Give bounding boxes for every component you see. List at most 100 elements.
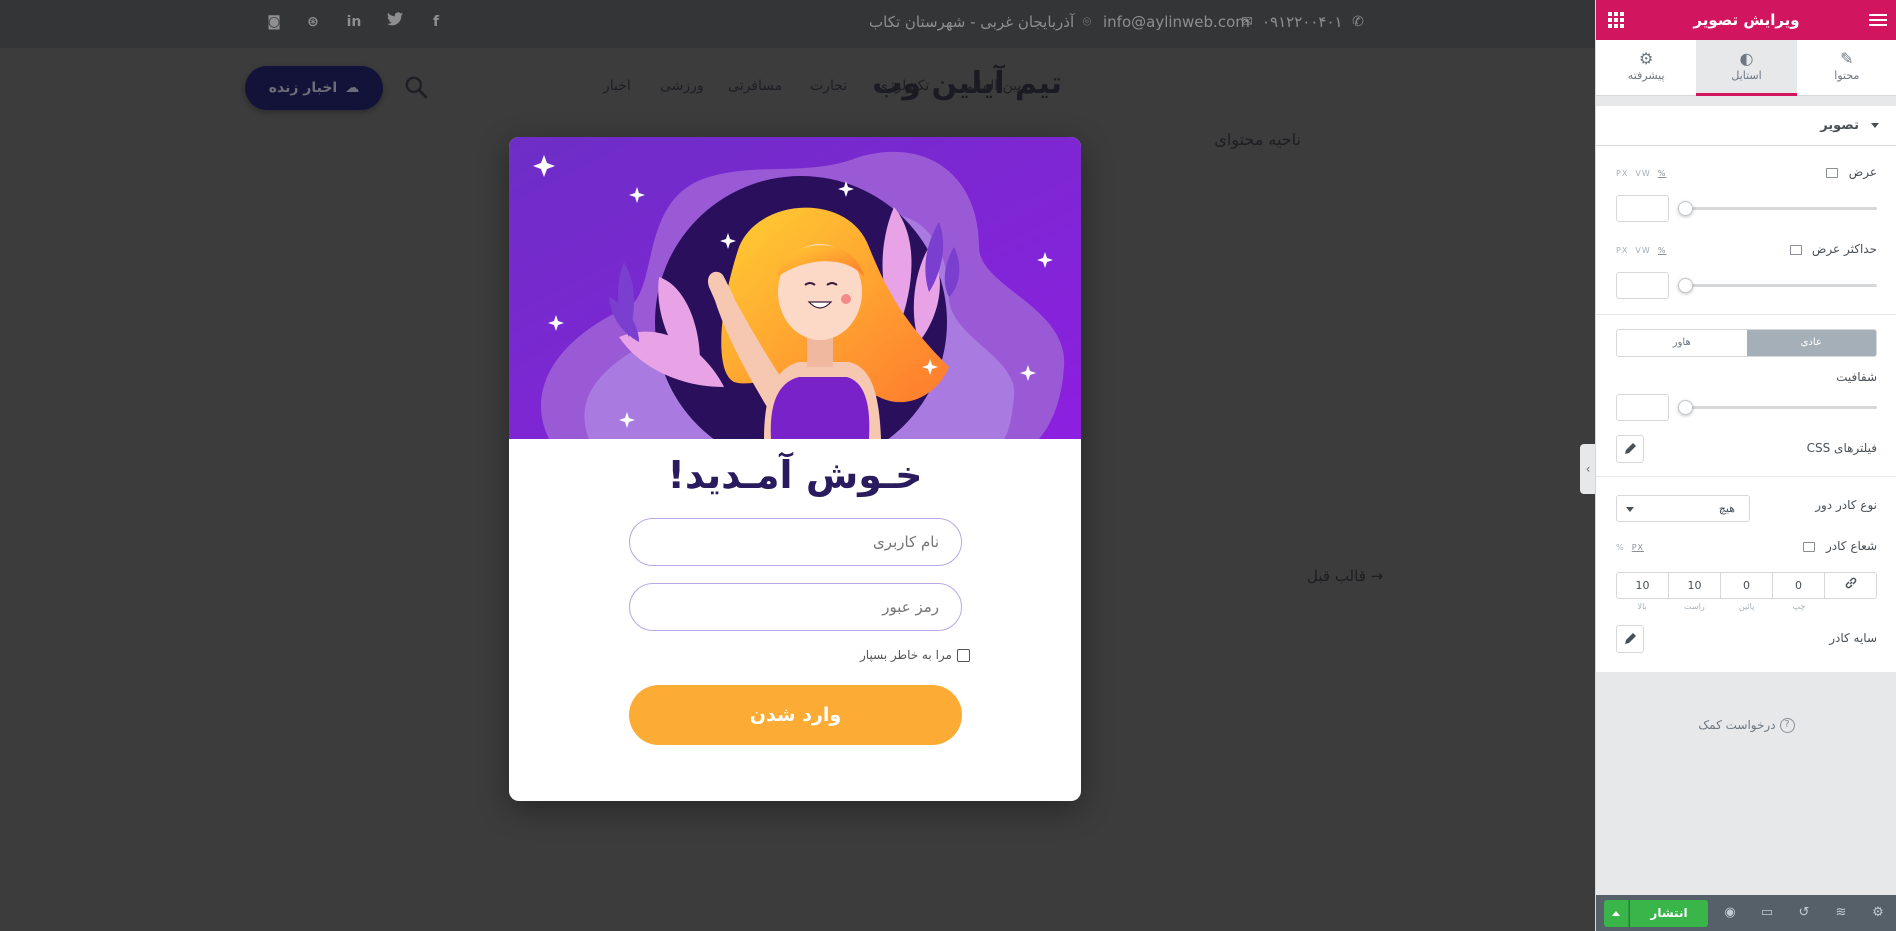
nav-item-international[interactable]: بین المللی <box>961 78 1021 94</box>
opacity-slider-handle[interactable] <box>1678 400 1693 415</box>
email-icon: ✉ <box>1241 14 1253 30</box>
width-slider-handle[interactable] <box>1678 201 1693 216</box>
linkedin-icon[interactable]: in <box>344 12 364 32</box>
desktop-icon[interactable] <box>1803 542 1815 552</box>
desktop-icon[interactable] <box>1790 245 1802 255</box>
box-shadow-edit-button[interactable] <box>1616 625 1644 653</box>
editor-panel: ویرایش تصویر ✎ محتوا ◐ استایل ⚙ پیشرفته … <box>1595 0 1896 931</box>
opacity-input[interactable] <box>1616 394 1669 421</box>
caret-up-icon <box>1612 911 1620 916</box>
gear-icon: ⚙ <box>1639 49 1654 68</box>
hamburger-menu-icon[interactable] <box>1869 11 1887 29</box>
state-normal-button[interactable]: عادی <box>1746 330 1876 356</box>
max-width-input[interactable] <box>1616 272 1669 299</box>
pencil-icon: ✎ <box>1840 49 1854 68</box>
width-slider[interactable] <box>1678 207 1877 210</box>
remember-checkbox[interactable] <box>956 648 970 662</box>
nav-item-technology[interactable]: تکنولوژی <box>877 78 929 94</box>
login-popup: خـوش آمـدید! مرا به خاطر بسپار وارد شدن <box>509 137 1081 801</box>
border-type-select[interactable]: هیچ <box>1616 495 1750 522</box>
pencil-icon <box>1625 633 1636 644</box>
history-icon[interactable]: ↺ <box>1795 904 1813 922</box>
password-input[interactable] <box>629 583 962 631</box>
link-values-icon[interactable] <box>1824 573 1876 598</box>
radius-right-label: راست <box>1684 602 1705 611</box>
nav-item-business[interactable]: تجارت <box>810 78 847 94</box>
contrast-icon: ◐ <box>1739 49 1754 68</box>
phone-icon: ✆ <box>1352 14 1364 30</box>
section-image-header[interactable]: تصویر <box>1596 106 1896 146</box>
search-icon[interactable] <box>403 74 429 100</box>
box-shadow-label: سایه کادر <box>1829 631 1877 645</box>
tab-style[interactable]: ◐ استایل <box>1696 40 1798 96</box>
topbar-phone: ۰۹۱۲۲۰۰۴۰۱ <box>1262 13 1343 31</box>
caret-down-icon <box>1626 507 1634 512</box>
width-units[interactable]: PX VW % <box>1616 169 1667 178</box>
apps-grid-icon[interactable] <box>1608 12 1624 28</box>
nav-item-news[interactable]: اخبار <box>603 78 631 94</box>
tab-advanced[interactable]: ⚙ پیشرفته <box>1596 40 1696 95</box>
tab-content[interactable]: ✎ محتوا <box>1797 40 1896 95</box>
remember-label: مرا به خاطر بسپار <box>860 648 952 662</box>
publish-options-button[interactable] <box>1604 900 1629 927</box>
radius-top-input[interactable]: 10 <box>1617 573 1668 598</box>
style-controls: عرض PX VW % حداکثر عرض PX VW % عادی هاور… <box>1596 146 1896 672</box>
publish-button[interactable]: انتشار <box>1630 900 1708 927</box>
state-hover-button[interactable]: هاور <box>1617 330 1747 356</box>
tab-style-label: استایل <box>1731 69 1762 82</box>
border-radius-inputs: 0 0 10 10 <box>1616 572 1877 599</box>
instagram-icon[interactable]: ◙ <box>264 12 284 32</box>
facebook-icon[interactable]: f <box>426 12 446 32</box>
nav-item-sports[interactable]: ورزشی <box>660 78 704 94</box>
radius-bottom-label: پائین <box>1738 602 1755 611</box>
opacity-slider[interactable] <box>1678 406 1877 409</box>
width-input[interactable] <box>1616 195 1669 222</box>
question-icon: ? <box>1779 718 1795 733</box>
radius-top-label: بالا <box>1637 602 1647 611</box>
pencil-icon <box>1625 443 1636 454</box>
tab-content-label: محتوا <box>1834 69 1860 82</box>
desktop-icon[interactable] <box>1826 168 1838 178</box>
previous-template-link[interactable]: → قالب قبل <box>1307 567 1383 585</box>
dribbble-icon[interactable]: ⊛ <box>303 12 323 32</box>
topbar-address: آذربایجان غربی - شهرستان تکاب <box>869 13 1075 31</box>
username-input[interactable] <box>629 518 962 566</box>
css-filters-label: فیلترهای CSS <box>1806 441 1877 455</box>
preview-eye-icon[interactable]: ◉ <box>1721 904 1739 922</box>
responsive-mode-icon[interactable]: ▭ <box>1758 904 1776 922</box>
navigator-layers-icon[interactable]: ≋ <box>1832 904 1850 922</box>
twitter-icon[interactable] <box>385 12 405 32</box>
max-width-slider[interactable] <box>1678 284 1877 287</box>
tab-advanced-label: پیشرفته <box>1627 69 1665 82</box>
border-radius-label: شعاع کادر <box>1826 539 1877 553</box>
remember-me[interactable]: مرا به خاطر بسپار <box>860 648 970 662</box>
radius-right-input[interactable]: 10 <box>1668 573 1720 598</box>
panel-header: ویرایش تصویر <box>1596 0 1896 40</box>
caret-down-icon <box>1871 123 1879 128</box>
section-title: تصویر <box>1820 118 1859 133</box>
help-link[interactable]: ?درخواست کمک <box>1596 718 1896 733</box>
border-radius-labels: چپ پائین راست بالا <box>1616 602 1877 614</box>
panel-footer: ⚙ ≋ ↺ ▭ ◉ انتشار <box>1596 895 1896 931</box>
max-width-units[interactable]: PX VW % <box>1616 246 1667 255</box>
help-label: درخواست کمک <box>1698 718 1776 732</box>
settings-icon[interactable]: ⚙ <box>1869 904 1887 922</box>
radius-left-input[interactable]: 0 <box>1772 573 1824 598</box>
live-icon: ☁ <box>345 80 360 96</box>
border-type-value: هیچ <box>1718 502 1735 515</box>
radius-units[interactable]: % PX <box>1616 543 1644 552</box>
content-area-text: ناحیه محتوای <box>1214 130 1301 149</box>
site-topbar: ۰۹۱۲۲۰۰۴۰۱ ✆ info@aylinweb.com ✉ آذربایج… <box>0 0 1595 48</box>
live-news-button[interactable]: ☁ اخبار زنده <box>245 66 383 110</box>
live-news-label: اخبار زنده <box>268 80 338 96</box>
panel-title: ویرایش تصویر <box>1693 11 1800 29</box>
nav-item-travel[interactable]: مسافرتی <box>728 78 782 94</box>
max-width-slider-handle[interactable] <box>1678 278 1693 293</box>
opacity-label: شفافیت <box>1836 370 1877 384</box>
collapse-panel-toggle[interactable]: ‹ <box>1580 444 1595 494</box>
border-type-label: نوع کادر دور <box>1815 498 1877 512</box>
radius-bottom-input[interactable]: 0 <box>1720 573 1772 598</box>
welcome-illustration <box>509 137 1081 439</box>
login-button[interactable]: وارد شدن <box>629 685 962 745</box>
css-filters-edit-button[interactable] <box>1616 435 1644 463</box>
